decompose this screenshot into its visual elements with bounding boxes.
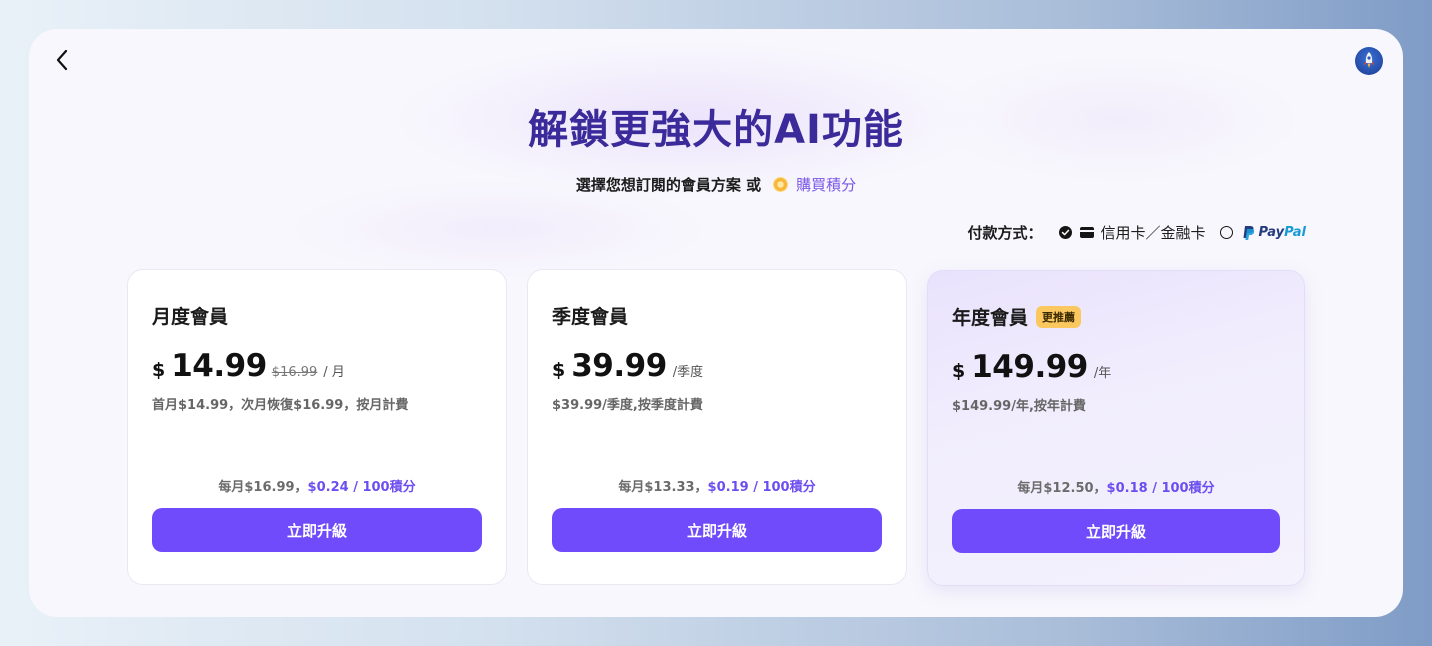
- original-price: $16.99: [271, 365, 318, 380]
- avatar[interactable]: [1355, 47, 1383, 75]
- plan-name: 年度會員 更推薦: [952, 303, 1082, 330]
- pricing-panel: 解鎖更強大的AI功能 選擇您想訂閱的會員方案 或 購買積分 付款方式： 信用卡／…: [29, 29, 1403, 617]
- monthly-rate: 每月$16.99，$0.24 / 100積分: [128, 476, 506, 495]
- price-amount: 39.99: [571, 348, 667, 384]
- price-row: $ 14.99 $16.99 / 月: [152, 348, 345, 384]
- recommended-badge: 更推薦: [1036, 305, 1082, 328]
- credit-card-icon: [1079, 227, 1094, 238]
- paypal-label-pal: Pal: [1284, 225, 1306, 240]
- plan-description: $149.99/年,按年計費: [952, 399, 1086, 414]
- points-rate: $0.19 / 100積分: [707, 480, 816, 495]
- rocket-icon: [1363, 52, 1375, 68]
- price-unit: / 月: [323, 365, 345, 380]
- plan-name: 季度會員: [552, 302, 628, 329]
- currency-symbol: $: [152, 359, 166, 381]
- page-title: 解鎖更強大的AI功能: [528, 107, 904, 153]
- subtitle: 選擇您想訂閱的會員方案 或 購買積分: [29, 174, 1403, 195]
- payment-label: 付款方式：: [967, 224, 1043, 242]
- points-rate: $0.18 / 100積分: [1106, 481, 1215, 496]
- check-icon: [1061, 229, 1069, 236]
- monthly-prefix: 每月$12.50，: [1017, 481, 1107, 496]
- price-row: $ 39.99 /季度: [552, 348, 703, 384]
- plan-name-text: 季度會員: [552, 306, 629, 328]
- monthly-rate: 每月$13.33，$0.19 / 100積分: [528, 476, 906, 495]
- plan-description: 首月$14.99，次月恢復$16.99，按月計費: [152, 398, 409, 413]
- plan-card-quarterly: 季度會員 $ 39.99 /季度 $39.99/季度,按季度計費 每月$13.3…: [527, 269, 907, 585]
- paypal-label-pay: Pay: [1258, 225, 1285, 240]
- upgrade-button-yearly[interactable]: 立即升級: [952, 509, 1280, 553]
- payment-method-selector: 付款方式： 信用卡／金融卡 PayPal: [967, 222, 1306, 243]
- payment-option-card[interactable]: 信用卡／金融卡: [1101, 222, 1206, 243]
- price-amount: 149.99: [971, 349, 1088, 385]
- plan-name: 月度會員: [152, 302, 228, 329]
- upgrade-button-monthly[interactable]: 立即升級: [152, 508, 482, 552]
- chevron-left-icon: [56, 49, 68, 71]
- points-rate: $0.24 / 100積分: [307, 480, 416, 495]
- back-button[interactable]: [51, 49, 73, 71]
- currency-symbol: $: [552, 359, 566, 381]
- price-unit: /年: [1093, 366, 1112, 381]
- price-unit: /季度: [672, 365, 704, 380]
- plan-card-yearly: 年度會員 更推薦 $ 149.99 /年 $149.99/年,按年計費 每月$1…: [927, 270, 1305, 586]
- subtitle-text: 選擇您想訂閱的會員方案 或: [575, 176, 762, 194]
- plan-card-monthly: 月度會員 $ 14.99 $16.99 / 月 首月$14.99，次月恢復$16…: [127, 269, 507, 585]
- plan-description: $39.99/季度,按季度計費: [552, 398, 703, 413]
- currency-symbol: $: [952, 360, 966, 382]
- monthly-prefix: 每月$16.99，: [218, 480, 308, 495]
- paypal-logo-icon: [1243, 225, 1254, 240]
- plan-name-text: 年度會員: [952, 307, 1029, 329]
- monthly-prefix: 每月$13.33，: [618, 480, 708, 495]
- paypal-label[interactable]: PayPal: [1259, 225, 1306, 240]
- radio-paypal[interactable]: [1219, 226, 1233, 239]
- plan-name-text: 月度會員: [152, 306, 229, 328]
- monthly-rate: 每月$12.50，$0.18 / 100積分: [928, 477, 1304, 496]
- radio-card-selected[interactable]: [1058, 226, 1072, 239]
- coin-icon: [773, 177, 789, 192]
- price-amount: 14.99: [171, 348, 267, 384]
- buy-points-link[interactable]: 購買積分: [796, 174, 856, 195]
- upgrade-button-quarterly[interactable]: 立即升級: [552, 508, 882, 552]
- price-row: $ 149.99 /年: [952, 349, 1111, 385]
